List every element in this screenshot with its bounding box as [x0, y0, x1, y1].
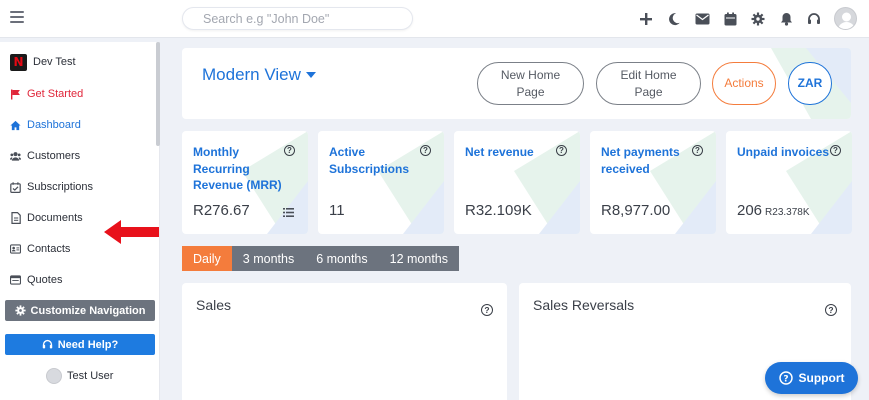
sidebar-item-label: Contacts [27, 243, 71, 255]
metric-value: 206 [737, 202, 763, 219]
help-icon[interactable]: ? [420, 145, 431, 156]
need-help-label: Need Help? [57, 338, 119, 351]
contact-card-icon [10, 244, 21, 255]
current-user[interactable]: Test User [46, 368, 113, 384]
help-icon[interactable]: ? [284, 145, 295, 156]
help-circle-icon: ? [778, 371, 793, 385]
help-icon[interactable]: ? [481, 304, 493, 316]
metric-card-mrr[interactable]: Monthly Recurring Revenue (MRR) ? R276.6… [182, 131, 308, 234]
tab-3-months[interactable]: 3 months [231, 246, 306, 271]
sidebar: N Dev Test Get Started Dashboard Custome… [0, 42, 160, 400]
flag-icon [10, 89, 21, 100]
sidebar-item-label: Dev Test [33, 56, 76, 68]
sidebar-item-label: Subscriptions [27, 181, 94, 193]
metric-title: Net payments received [601, 145, 680, 176]
red-arrow-annotation [104, 218, 159, 251]
view-selector[interactable]: Modern View [202, 65, 316, 85]
moon-icon[interactable] [660, 5, 688, 32]
quote-icon [10, 275, 21, 286]
list-icon[interactable] [283, 208, 294, 217]
search-input[interactable] [182, 7, 413, 30]
menu-icon[interactable] [10, 11, 24, 23]
metric-card-active-subscriptions[interactable]: Active Subscriptions ? 11 [318, 131, 444, 234]
currency-button[interactable]: ZAR [788, 62, 832, 105]
actions-button[interactable]: Actions [712, 62, 776, 105]
sidebar-item-quotes[interactable]: Quotes [10, 271, 62, 289]
sidebar-item-label: Documents [27, 212, 83, 224]
user-name: Test User [67, 370, 114, 382]
support-label: Support [798, 371, 845, 385]
top-toolbar [632, 5, 857, 32]
metric-title: Net revenue [465, 145, 534, 159]
tab-6-months[interactable]: 6 months [305, 246, 379, 271]
sidebar-item-label: Customers [27, 150, 81, 162]
svg-text:?: ? [783, 374, 788, 384]
sidebar-item-subscriptions[interactable]: Subscriptions [10, 178, 93, 196]
metric-title: Unpaid invoices [737, 145, 830, 159]
caret-down-icon [305, 72, 316, 78]
gear-icon [14, 305, 26, 316]
sidebar-item-contacts[interactable]: Contacts [10, 240, 70, 258]
users-icon [10, 151, 21, 162]
help-icon[interactable]: ? [692, 145, 703, 156]
need-help-button[interactable]: Need Help? [5, 334, 155, 355]
netflix-logo-icon: N [10, 53, 27, 71]
mail-icon[interactable] [688, 5, 716, 32]
sidebar-item-label: Get Started [27, 88, 84, 100]
metric-value-wrap: 206 R23.378K [737, 202, 810, 219]
edit-home-page-button[interactable]: Edit Home Page [596, 62, 701, 105]
metric-title: Monthly Recurring Revenue (MRR) [193, 145, 282, 192]
help-icon[interactable]: ? [556, 145, 567, 156]
user-avatar[interactable] [834, 7, 857, 30]
sales-panel: Sales ? [182, 283, 507, 400]
user-avatar [46, 368, 62, 384]
document-icon [10, 212, 21, 224]
gear-icon[interactable] [744, 5, 772, 32]
support-button[interactable]: ? Support [765, 362, 858, 394]
plus-icon[interactable] [632, 5, 660, 32]
metric-card-net-payments[interactable]: Net payments received ? R8,977.00 [590, 131, 716, 234]
edit-home-page-label: Edit Home Page [620, 67, 677, 99]
metric-subvalue: R23.378K [765, 207, 810, 218]
sidebar-item-documents[interactable]: Documents [10, 209, 83, 227]
top-bar [0, 0, 869, 38]
headset-icon [42, 339, 52, 349]
metric-value: R8,977.00 [601, 202, 671, 219]
metric-card-unpaid-invoices[interactable]: Unpaid invoices ? 206 R23.378K [726, 131, 852, 234]
metric-value: R276.67 [193, 202, 250, 219]
customize-navigation-label: Customize Navigation [30, 304, 146, 317]
new-home-page-button[interactable]: New Home Page [477, 62, 584, 105]
metric-title: Active Subscriptions [329, 145, 410, 176]
sidebar-item-label: Quotes [27, 274, 63, 286]
sidebar-scrollbar[interactable] [156, 42, 160, 146]
calendar-icon[interactable] [716, 5, 744, 32]
bell-icon[interactable] [772, 5, 800, 32]
actions-label: Actions [724, 76, 764, 90]
sidebar-item-dashboard[interactable]: Dashboard [10, 116, 81, 134]
calendar-check-icon [10, 181, 21, 193]
metric-value: 11 [329, 202, 345, 219]
tab-12-months[interactable]: 12 months [378, 246, 460, 271]
metric-card-net-revenue[interactable]: Net revenue ? R32.109K [454, 131, 580, 234]
sidebar-item-customers[interactable]: Customers [10, 147, 80, 165]
metric-value: R32.109K [465, 202, 532, 219]
panel-title: Sales Reversals [533, 297, 635, 313]
view-header: Modern View New Home Page Edit Home Page… [182, 48, 851, 119]
new-home-page-label: New Home Page [500, 67, 561, 99]
help-icon[interactable]: ? [825, 304, 837, 316]
tab-daily[interactable]: Daily [182, 246, 232, 271]
customize-navigation-button[interactable]: Customize Navigation [5, 300, 155, 321]
currency-label: ZAR [797, 76, 823, 90]
view-title: Modern View [202, 65, 301, 84]
sidebar-item-dev-test[interactable]: N Dev Test [10, 53, 76, 71]
headset-icon[interactable] [800, 5, 828, 32]
home-icon [10, 120, 21, 131]
help-icon[interactable]: ? [830, 145, 841, 156]
sidebar-item-label: Dashboard [27, 119, 81, 131]
panel-title: Sales [196, 297, 232, 313]
sidebar-item-get-started[interactable]: Get Started [10, 85, 83, 103]
period-tabs: Daily 3 months 6 months 12 months [182, 246, 460, 271]
